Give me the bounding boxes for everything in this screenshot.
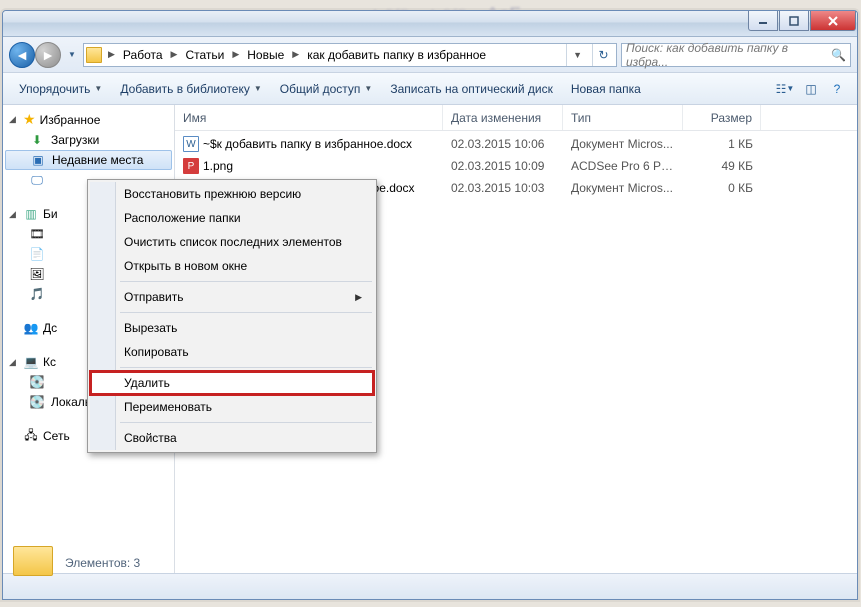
- picture-icon: 🖼: [29, 266, 45, 282]
- nav-arrows: ◄ ►: [9, 42, 61, 68]
- chevron-icon[interactable]: ▶: [106, 49, 117, 60]
- view-options-button[interactable]: ☷ ▼: [773, 78, 797, 100]
- cm-restore[interactable]: Восстановить прежнюю версию: [90, 182, 374, 206]
- sidebar-item-downloads[interactable]: ⬇Загрузки: [3, 130, 174, 150]
- cm-open-new-window[interactable]: Открыть в новом окне: [90, 254, 374, 278]
- cm-copy[interactable]: Копировать: [90, 340, 374, 364]
- refresh-button[interactable]: ↻: [592, 44, 614, 66]
- png-icon: P: [183, 158, 199, 174]
- document-icon: 📄: [29, 246, 45, 262]
- breadcrumb-item[interactable]: Новые: [245, 48, 286, 62]
- statusbar: Элементов: 3: [3, 573, 857, 599]
- col-name[interactable]: Имя: [175, 105, 443, 130]
- address-bar[interactable]: ▶ Работа ▶ Статьи ▶ Новые ▶ как добавить…: [83, 43, 617, 67]
- libraries-icon: ▥: [23, 206, 39, 222]
- breadcrumb-item[interactable]: Работа: [121, 48, 165, 62]
- folder-icon: [86, 47, 102, 63]
- file-row[interactable]: P1.png 02.03.2015 10:09 ACDSee Pro 6 PN.…: [175, 155, 857, 177]
- desktop-icon: 🖵: [29, 172, 45, 188]
- computer-icon: 💻: [23, 354, 39, 370]
- col-size[interactable]: Размер: [683, 105, 761, 130]
- chevron-icon[interactable]: ▶: [290, 49, 301, 60]
- new-folder-button[interactable]: Новая папка: [563, 78, 649, 100]
- back-button[interactable]: ◄: [9, 42, 35, 68]
- chevron-icon[interactable]: ▶: [169, 49, 180, 60]
- breadcrumb-item[interactable]: как добавить папку в избранное: [305, 48, 488, 62]
- window-controls: [748, 11, 857, 31]
- submenu-arrow-icon: ▶: [355, 292, 362, 303]
- disk-icon: 💽: [29, 394, 45, 410]
- preview-pane-button[interactable]: ◫: [799, 78, 823, 100]
- download-icon: ⬇: [29, 132, 45, 148]
- col-type[interactable]: Тип: [563, 105, 683, 130]
- navbar: ◄ ► ▼ ▶ Работа ▶ Статьи ▶ Новые ▶ как до…: [3, 37, 857, 73]
- address-dropdown[interactable]: ▼: [566, 44, 588, 66]
- folder-icon: [13, 546, 53, 576]
- cm-clear-recent[interactable]: Очистить список последних элементов: [90, 230, 374, 254]
- close-button[interactable]: [810, 11, 856, 31]
- cm-separator: [120, 367, 372, 368]
- search-icon[interactable]: 🔍: [831, 48, 846, 62]
- cm-separator: [120, 281, 372, 282]
- search-placeholder: Поиск: как добавить папку в избра...: [626, 41, 827, 69]
- breadcrumb-item[interactable]: Статьи: [183, 48, 226, 62]
- maximize-button[interactable]: [779, 11, 809, 31]
- sidebar-favorites-header[interactable]: ◢★Избранное: [3, 109, 174, 130]
- forward-button[interactable]: ►: [35, 42, 61, 68]
- cm-separator: [120, 312, 372, 313]
- file-row[interactable]: W~$к добавить папку в избранное.docx 02.…: [175, 133, 857, 155]
- docx-icon: W: [183, 136, 199, 152]
- status-elements-count: Элементов: 3: [65, 556, 140, 570]
- help-button[interactable]: ?: [825, 78, 849, 100]
- disk-icon: 💽: [29, 374, 45, 390]
- homegroup-icon: 👥: [23, 320, 39, 336]
- column-headers: Имя Дата изменения Тип Размер: [175, 105, 857, 131]
- minimize-button[interactable]: [748, 11, 778, 31]
- col-date[interactable]: Дата изменения: [443, 105, 563, 130]
- cm-properties[interactable]: Свойства: [90, 426, 374, 450]
- sidebar-item-recent[interactable]: ▣Недавние места: [5, 150, 172, 170]
- context-menu: Восстановить прежнюю версию Расположение…: [87, 179, 377, 453]
- add-library-button[interactable]: Добавить в библиотеку▼: [112, 78, 269, 100]
- chevron-icon[interactable]: ▶: [230, 49, 241, 60]
- video-icon: 🎞: [29, 226, 45, 242]
- burn-button[interactable]: Записать на оптический диск: [382, 78, 561, 100]
- music-icon: 🎵: [29, 286, 45, 302]
- cm-rename[interactable]: Переименовать: [90, 395, 374, 419]
- network-icon: 🖧: [23, 428, 39, 444]
- cm-location[interactable]: Расположение папки: [90, 206, 374, 230]
- cm-cut[interactable]: Вырезать: [90, 316, 374, 340]
- titlebar: [3, 11, 857, 37]
- recent-icon: ▣: [30, 152, 46, 168]
- cm-delete[interactable]: Удалить: [90, 371, 374, 395]
- nav-history-dropdown[interactable]: ▼: [65, 50, 79, 59]
- search-input[interactable]: Поиск: как добавить папку в избра... 🔍: [621, 43, 851, 67]
- toolbar: Упорядочить▼ Добавить в библиотеку▼ Общи…: [3, 73, 857, 105]
- organize-button[interactable]: Упорядочить▼: [11, 78, 110, 100]
- cm-separator: [120, 422, 372, 423]
- explorer-window: ————АаБбЕАаБбЕАаБ ◄ ► ▼ ▶ Работа ▶ Стать…: [2, 10, 858, 600]
- cm-send-to[interactable]: Отправить▶: [90, 285, 374, 309]
- share-button[interactable]: Общий доступ▼: [272, 78, 381, 100]
- star-icon: ★: [23, 111, 36, 128]
